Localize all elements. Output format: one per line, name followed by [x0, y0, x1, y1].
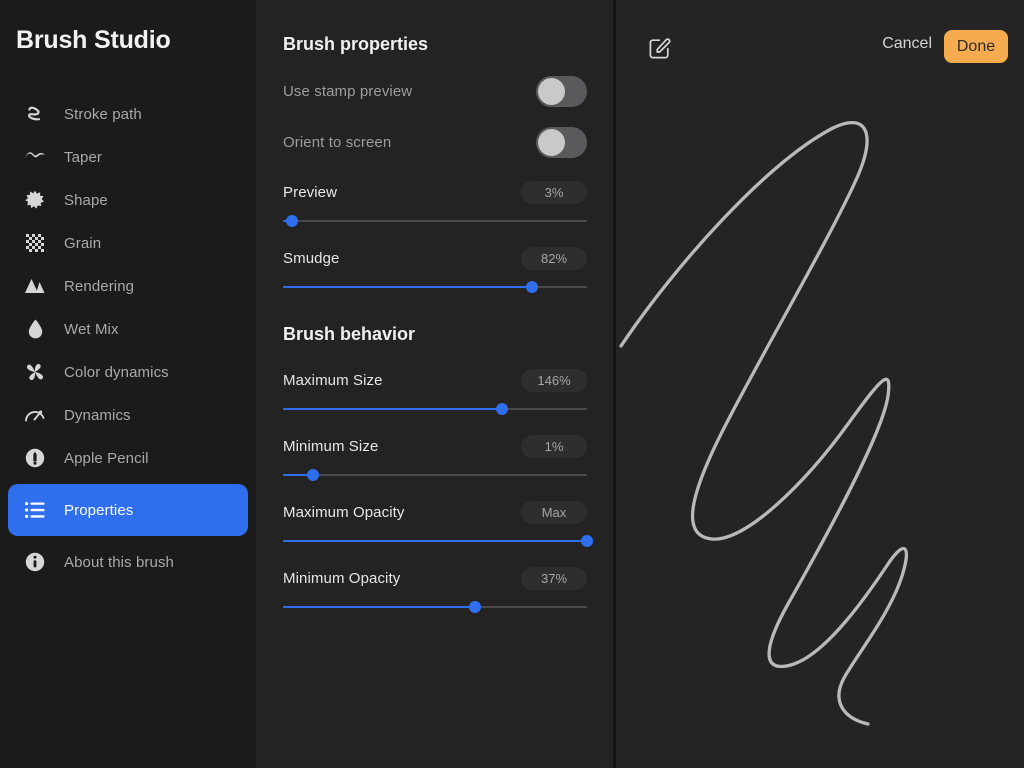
sidebar: Brush Studio Stroke path Taper Shape Gra… [0, 0, 256, 768]
shape-burst-icon [24, 189, 46, 211]
minimum-size-slider[interactable] [283, 468, 587, 482]
info-circle-icon [24, 551, 46, 573]
sidebar-item-shape[interactable]: Shape [8, 183, 248, 217]
grain-checker-icon [24, 232, 46, 254]
sidebar-item-dynamics[interactable]: Dynamics [8, 398, 248, 432]
brush-preview-panel: Cancel Done [613, 0, 1024, 768]
slider-thumb[interactable] [526, 281, 539, 293]
row-label: Preview [283, 183, 338, 201]
sidebar-item-label: Wet Mix [64, 320, 119, 338]
row-maximum-size: Maximum Size 146% [283, 368, 587, 416]
maximum-opacity-slider[interactable] [283, 534, 593, 548]
done-button[interactable]: Done [944, 30, 1008, 63]
row-label: Minimum Size [283, 437, 379, 455]
pencil-circle-icon [24, 447, 46, 469]
row-label: Maximum Size [283, 371, 383, 389]
sidebar-item-label: Shape [64, 191, 108, 209]
sidebar-item-label: Dynamics [64, 406, 131, 424]
value-pill: 1% [521, 434, 587, 458]
slider-fill [283, 606, 475, 608]
sidebar-item-label: Properties [64, 501, 134, 519]
row-label: Minimum Opacity [283, 569, 401, 587]
sidebar-item-label: Rendering [64, 277, 135, 295]
sidebar-nav-list: Stroke path Taper Shape Grain Rendering … [0, 88, 256, 588]
section-title-brush-properties: Brush properties [283, 34, 429, 54]
speedometer-icon [24, 404, 46, 426]
sidebar-item-label: Color dynamics [64, 363, 169, 381]
use-stamp-preview-toggle[interactable] [536, 76, 587, 107]
sidebar-item-grain[interactable]: Grain [8, 226, 248, 260]
value-pill: 82% [521, 246, 587, 270]
row-label: Use stamp preview [283, 83, 413, 100]
slider-track [283, 220, 587, 222]
row-smudge: Smudge 82% [283, 246, 587, 294]
row-label: Smudge [283, 249, 340, 267]
page-title: Brush Studio [16, 26, 171, 54]
row-label: Orient to screen [283, 134, 392, 151]
brush-studio-window: Brush Studio Stroke path Taper Shape Gra… [0, 0, 1024, 768]
sidebar-item-label: Grain [64, 234, 102, 252]
slider-thumb[interactable] [581, 535, 593, 547]
minimum-opacity-slider[interactable] [283, 600, 587, 614]
row-use-stamp-preview: Use stamp preview [283, 76, 587, 107]
row-minimum-opacity: Minimum Opacity 37% [283, 566, 587, 614]
toggle-knob [538, 78, 565, 105]
value-pill: 146% [521, 368, 587, 392]
slider-track [283, 474, 587, 476]
value-pill: 37% [521, 566, 587, 590]
sidebar-item-label: About this brush [64, 553, 174, 571]
row-orient-to-screen: Orient to screen [283, 127, 587, 158]
sidebar-item-label: Apple Pencil [64, 449, 149, 467]
taper-wave-icon [24, 146, 46, 168]
stroke-path-icon [24, 103, 46, 125]
pinwheel-icon [24, 361, 46, 383]
value-pill: Max [521, 500, 587, 524]
sidebar-item-label: Stroke path [64, 105, 142, 123]
brush-stroke-preview [616, 84, 1024, 768]
preview-toolbar: Cancel Done [616, 0, 1024, 84]
slider-fill [283, 540, 587, 542]
list-lines-icon [24, 499, 46, 521]
maximum-size-slider[interactable] [283, 402, 587, 416]
smudge-slider[interactable] [283, 280, 587, 294]
sidebar-item-rendering[interactable]: Rendering [8, 269, 248, 303]
slider-thumb[interactable] [468, 601, 481, 613]
value-pill: 3% [521, 180, 587, 204]
toggle-knob [538, 129, 565, 156]
sidebar-item-label: Taper [64, 148, 103, 166]
slider-thumb[interactable] [307, 469, 320, 481]
sidebar-item-color-dynamics[interactable]: Color dynamics [8, 355, 248, 389]
droplet-icon [24, 318, 46, 340]
sidebar-item-apple-pencil[interactable]: Apple Pencil [8, 441, 248, 475]
properties-panel: Brush properties Use stamp preview Orien… [256, 0, 613, 768]
cancel-button[interactable]: Cancel [882, 35, 932, 53]
row-preview: Preview 3% [283, 180, 587, 228]
slider-thumb[interactable] [286, 215, 299, 227]
row-maximum-opacity: Maximum Opacity Max [283, 500, 593, 548]
preview-slider[interactable] [283, 214, 587, 228]
section-title-brush-behavior: Brush behavior [283, 324, 416, 344]
rendering-icon [24, 275, 46, 297]
sidebar-item-wet-mix[interactable]: Wet Mix [8, 312, 248, 346]
slider-thumb[interactable] [495, 403, 508, 415]
orient-to-screen-toggle[interactable] [536, 127, 587, 158]
row-label: Maximum Opacity [283, 503, 405, 521]
sidebar-item-stroke-path[interactable]: Stroke path [8, 97, 248, 131]
compose-square-pencil-icon[interactable] [649, 37, 671, 59]
sidebar-item-about-this-brush[interactable]: About this brush [8, 545, 248, 579]
row-minimum-size: Minimum Size 1% [283, 434, 587, 482]
slider-fill [283, 286, 533, 288]
sidebar-item-taper[interactable]: Taper [8, 140, 248, 174]
slider-fill [283, 408, 502, 410]
sidebar-item-properties[interactable]: Properties [8, 484, 248, 536]
